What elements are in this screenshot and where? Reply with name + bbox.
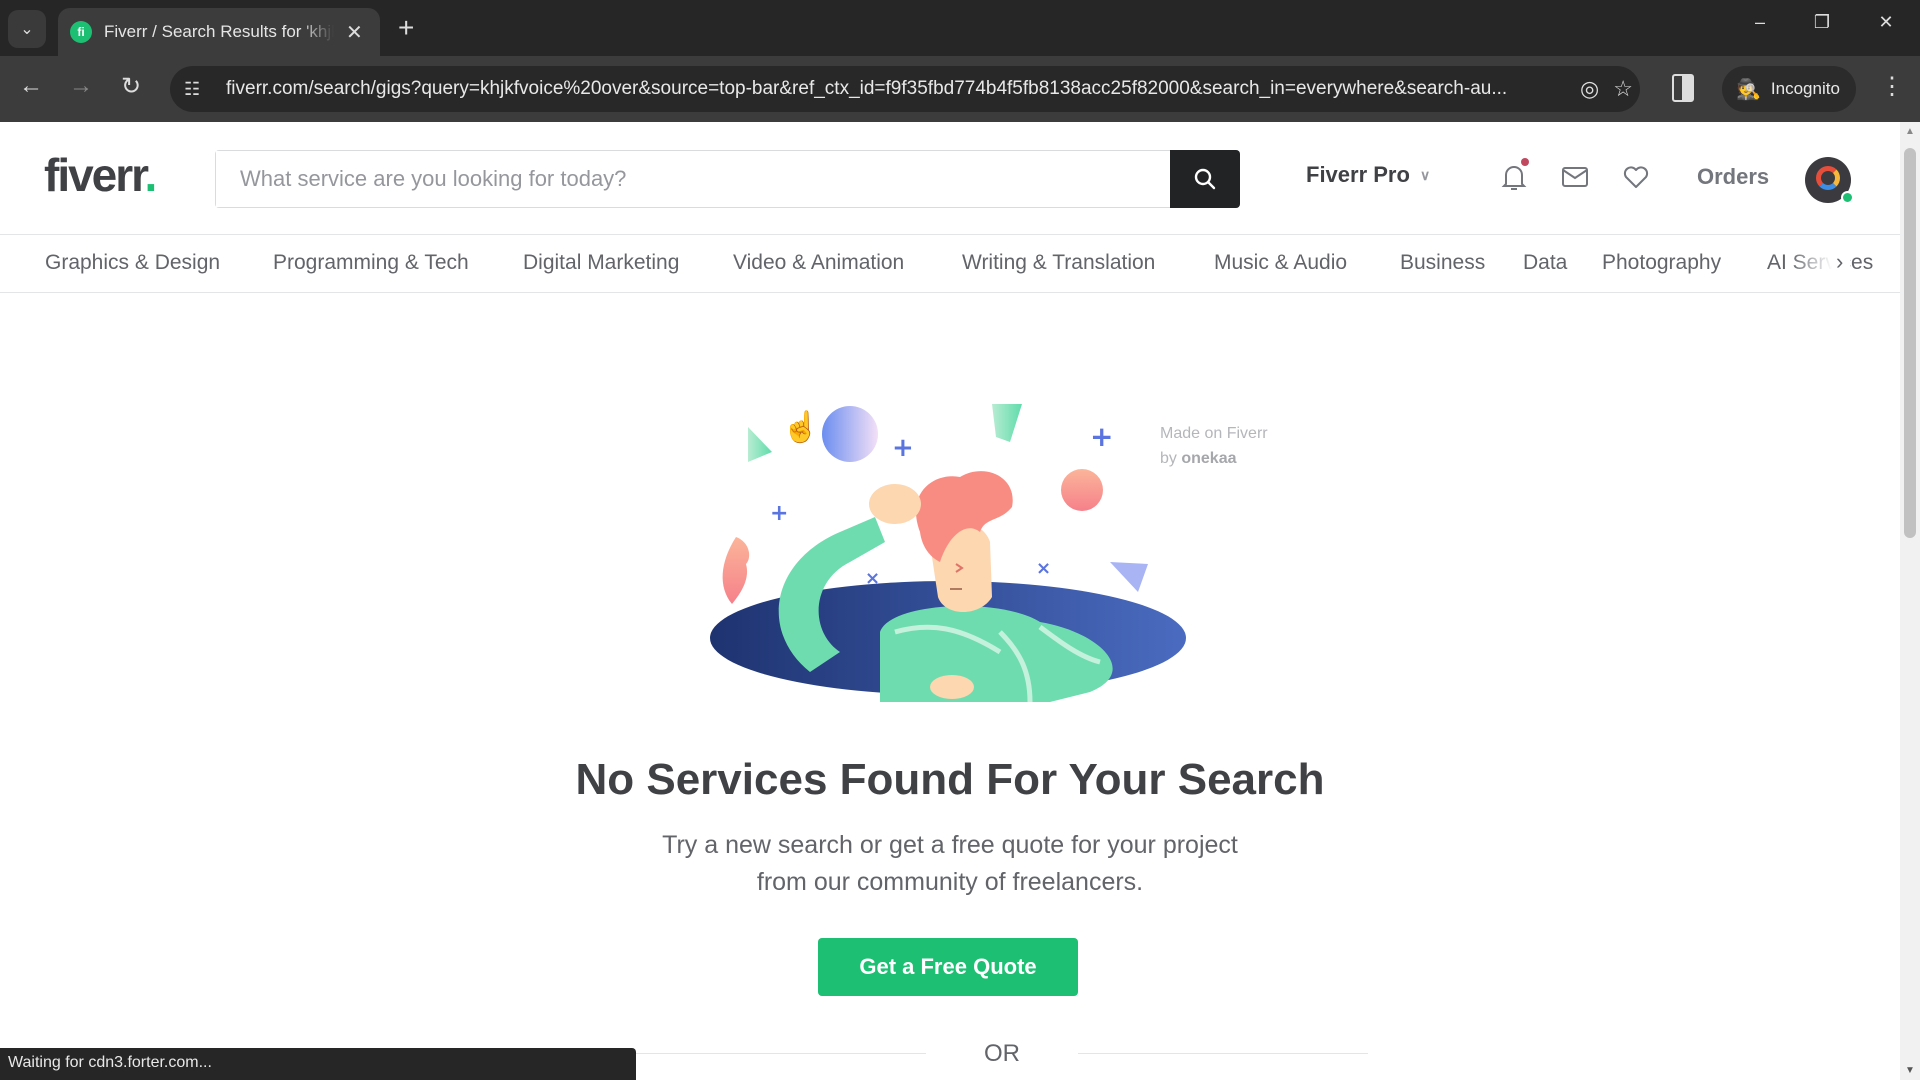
close-tab-icon[interactable]: ✕ [346, 20, 363, 45]
bell-icon [1501, 166, 1527, 190]
category-photography[interactable]: Photography [1602, 251, 1721, 275]
green-trapezoid [992, 404, 1022, 442]
user-avatar[interactable] [1805, 157, 1854, 204]
browser-tab[interactable]: fi Fiverr / Search Results for 'khjkfvoi… [58, 8, 380, 56]
url-text[interactable]: fiverr.com/search/gigs?query=khjkfvoice%… [226, 78, 1566, 100]
forward-icon[interactable]: → [64, 72, 98, 100]
notification-badge [1521, 158, 1529, 166]
browser-status-bubble: Waiting for cdn3.forter.com... [0, 1048, 636, 1080]
scroll-up-icon[interactable]: ▲ [1905, 126, 1915, 137]
fiverr-page: fiverr. Fiverr Pro ∨ Orders Graphics & D… [0, 122, 1900, 1080]
tab-title: Fiverr / Search Results for 'khjkfvoice … [104, 22, 334, 41]
category-writing-translation[interactable]: Writing & Translation [962, 251, 1155, 275]
new-tab-button[interactable]: + [398, 12, 414, 44]
address-bar[interactable]: ☷ fiverr.com/search/gigs?query=khjkfvoic… [170, 66, 1640, 112]
search-bar [215, 150, 1240, 208]
restore-icon[interactable]: ❐ [1802, 12, 1842, 33]
sparkle-4: × [865, 568, 880, 589]
credit-line: Made on Fiverr [1160, 425, 1268, 442]
category-video-animation[interactable]: Video & Animation [733, 251, 904, 275]
incognito-label: Incognito [1770, 79, 1840, 98]
character-hand [869, 484, 921, 524]
sparkle-2: + [770, 501, 788, 526]
purple-triangle [1110, 562, 1148, 592]
sparkle-1: + [892, 433, 914, 463]
category-data[interactable]: Data [1523, 251, 1567, 275]
or-divider: OR [636, 1038, 1368, 1068]
heart-icon [1623, 166, 1649, 188]
fiverr-pro-label: Fiverr Pro [1306, 162, 1410, 187]
category-music-audio[interactable]: Music & Audio [1214, 251, 1347, 275]
envelope-icon [1562, 167, 1588, 187]
or-label: OR [984, 1040, 1020, 1067]
eye-off-icon[interactable]: ◎ [1580, 76, 1599, 102]
empty-state-illustration: + + + × × [710, 404, 1186, 703]
incognito-icon: 🕵 [1736, 78, 1761, 101]
chevron-down-icon: ∨ [1419, 166, 1431, 183]
browser-tab-bar: ⌄ fi Fiverr / Search Results for 'khjkfv… [0, 0, 1920, 56]
messages-button[interactable] [1558, 160, 1592, 194]
chevron-down-icon: ⌄ [20, 21, 34, 38]
incognito-indicator[interactable]: 🕵 Incognito [1722, 66, 1856, 112]
search-icon [1194, 168, 1216, 190]
category-nav: Graphics & Design Programming & Tech Dig… [0, 235, 1900, 293]
subtitle-line-1: Try a new search or get a free quote for… [662, 831, 1238, 859]
pink-ball [1061, 469, 1103, 511]
scroll-down-icon[interactable]: ▼ [1905, 1065, 1915, 1076]
empty-state-subtitle: Try a new search or get a free quote for… [0, 827, 1900, 901]
credit-author[interactable]: onekaa [1181, 450, 1236, 467]
fiverr-logo[interactable]: fiverr. [44, 148, 158, 202]
logo-dot: . [144, 149, 158, 201]
empty-state-title: No Services Found For Your Search [575, 755, 1325, 804]
illustration-credit: Made on Fiverr by onekaa [1160, 421, 1268, 471]
subtitle-line-2: from our community of freelancers. [756, 868, 1144, 896]
search-button[interactable] [1170, 150, 1240, 208]
divider-line-right [1078, 1053, 1368, 1054]
fiverr-pro-dropdown[interactable]: Fiverr Pro ∨ [1306, 162, 1430, 188]
search-input[interactable] [216, 151, 1170, 207]
browser-toolbar: ← → ↻ ☷ fiverr.com/search/gigs?query=khj… [0, 56, 1920, 122]
pink-flame [722, 537, 750, 604]
kebab-menu-icon[interactable]: ⋮ [1880, 72, 1904, 101]
reload-icon[interactable]: ↻ [114, 72, 148, 101]
character-hand-rim [930, 675, 974, 699]
hand-cursor-icon: ☝ [782, 411, 820, 444]
notifications-button[interactable] [1497, 158, 1531, 194]
get-free-quote-button[interactable]: Get a Free Quote [818, 938, 1078, 996]
avatar-logo [1816, 166, 1840, 190]
sparkle-3: + [1090, 420, 1113, 453]
scroll-thumb[interactable] [1904, 148, 1916, 538]
minimize-icon[interactable]: – [1740, 12, 1780, 33]
category-graphics-design[interactable]: Graphics & Design [45, 251, 220, 275]
sparkle-5: × [1036, 558, 1051, 579]
back-icon[interactable]: ← [14, 72, 48, 100]
chevron-right-icon[interactable]: › [1836, 249, 1843, 275]
purple-ball [822, 406, 878, 462]
side-panel-icon[interactable] [1672, 74, 1694, 102]
category-business[interactable]: Business [1400, 251, 1485, 275]
page-scrollbar[interactable]: ▲ ▼ [1900, 122, 1920, 1080]
star-icon[interactable]: ☆ [1613, 76, 1633, 102]
category-digital-marketing[interactable]: Digital Marketing [523, 251, 679, 275]
credit-by: by [1160, 450, 1177, 467]
close-window-icon[interactable]: ✕ [1866, 12, 1906, 33]
online-status-indicator [1841, 191, 1854, 204]
fiverr-favicon-icon: fi [70, 21, 92, 43]
site-header: fiverr. Fiverr Pro ∨ Orders [0, 122, 1900, 235]
green-triangle [748, 427, 772, 462]
tab-list-button[interactable]: ⌄ [8, 10, 46, 48]
orders-link[interactable]: Orders [1697, 164, 1769, 190]
site-info-icon[interactable]: ☷ [184, 79, 214, 100]
favorites-button[interactable] [1619, 160, 1653, 194]
logo-text: fiverr [44, 149, 147, 201]
category-programming-tech[interactable]: Programming & Tech [273, 251, 469, 275]
